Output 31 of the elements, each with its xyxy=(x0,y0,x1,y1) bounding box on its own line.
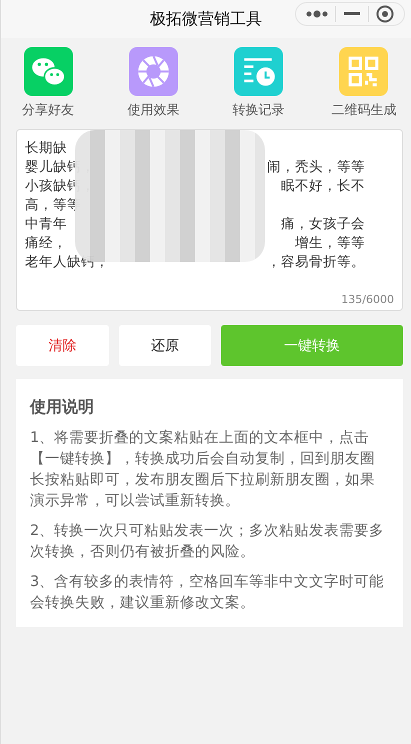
text-area[interactable]: 长期缺 婴儿缺钙， 闹，秃头，等等 小孩缺钙， 眠不好，长不 高，等等 中青年 痛，女孩子会 痛经， 增生，等等 老年人缺钙， ，容易骨折等。 135/6000 xyxy=(16,129,403,311)
more-icon[interactable] xyxy=(306,10,328,18)
text-line: 眠不好，长不 xyxy=(281,177,365,196)
text-line: 痛经， xyxy=(25,234,67,253)
text-line: 老年人缺钙， xyxy=(25,253,109,272)
instruction-text: 3、含有较多的表情符，空格回车等非中文文字时可能会转换失败，建议重新修改文案。 xyxy=(30,572,386,613)
text-line: 中青年 xyxy=(25,215,67,234)
instructions-title: 使用说明 xyxy=(30,397,95,418)
text-line: 婴儿缺钙， xyxy=(25,158,95,177)
shortcut-icon[interactable] xyxy=(24,47,72,96)
shortcut-label[interactable]: 转换记录 xyxy=(232,101,285,119)
text-line: 增生，等等 xyxy=(295,234,365,253)
shortcut-label[interactable]: 分享好友 xyxy=(22,101,74,119)
action-button[interactable]: 还原 xyxy=(119,325,211,366)
shortcut-icon[interactable] xyxy=(234,47,284,96)
action-button[interactable]: 清除 xyxy=(16,325,109,366)
text-line: ，容易骨折等。 xyxy=(267,253,365,272)
shortcut-icon[interactable] xyxy=(339,47,388,96)
shortcut-label[interactable]: 二维码生成 xyxy=(331,101,396,119)
window-title: 极拓微营销工具 xyxy=(150,8,262,30)
shortcut-label[interactable]: 使用效果 xyxy=(127,101,180,119)
text-line: 闹，秃头，等等 xyxy=(267,158,365,177)
text-line: 长期缺 xyxy=(25,139,67,158)
text-line: 痛，女孩子会 xyxy=(281,215,365,234)
minimize-icon[interactable] xyxy=(344,12,360,16)
shortcut-icon[interactable] xyxy=(128,47,178,96)
character-counter: 135/6000 xyxy=(341,293,394,306)
text-line: 高，等等 xyxy=(25,196,81,215)
instruction-text: 2、转换一次只可粘贴发表一次；多次粘贴发表需要多次转换，否则仍有被折叠的风险。 xyxy=(30,522,386,562)
text-line: 小孩缺钙， xyxy=(25,177,95,196)
instruction-text: 1、将需要折叠的文案粘贴在上面的文本框中，点击【一键转换】，转换成功后会自动复制，回到朋友圈长按粘贴即可，发布朋友圈后下拉刷新朋友圈，如果演示异常，可以尝试重新转换。 xyxy=(30,428,376,511)
